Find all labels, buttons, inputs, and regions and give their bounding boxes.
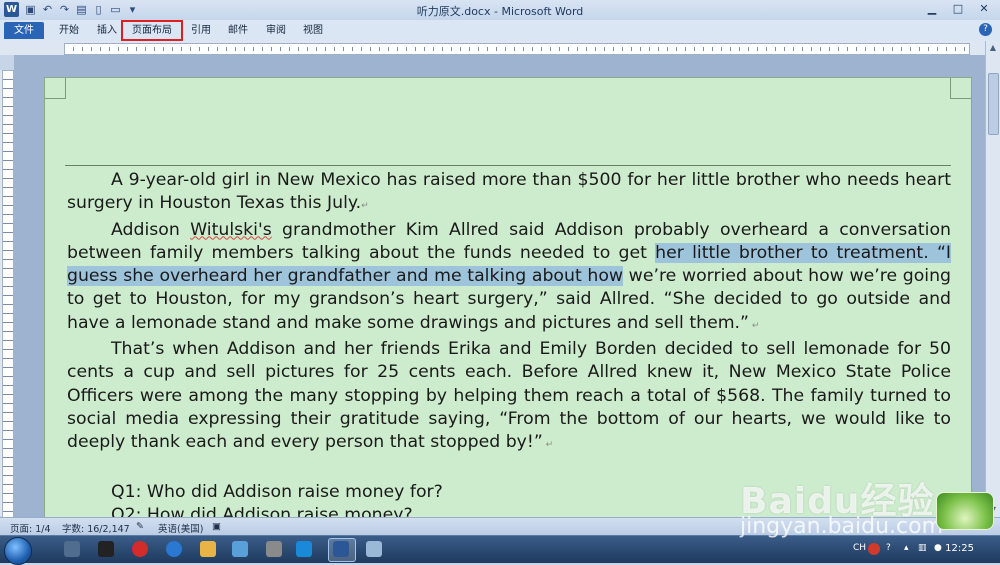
paragraph-mark-icon: ↵: [748, 320, 760, 331]
document-page[interactable]: A 9-year-old girl in New Mexico has rais…: [44, 77, 972, 517]
tool-icon[interactable]: [266, 541, 282, 557]
paragraph-2[interactable]: Addison Witulski's grandmother Kim Allre…: [67, 219, 951, 338]
scroll-down-icon[interactable]: ▼: [988, 505, 998, 515]
sogou-ime-icon[interactable]: [868, 543, 880, 555]
paragraph-mark-icon: ↵: [361, 201, 369, 212]
tab-review[interactable]: 审阅: [261, 22, 291, 39]
paragraph-text: Addison: [111, 219, 191, 240]
clock[interactable]: 12:25: [945, 543, 974, 554]
page-count[interactable]: 页面: 1/4: [10, 521, 51, 535]
tray-expand-icon[interactable]: ▴: [904, 543, 909, 553]
paragraph-text: That’s when Addison and her friends Erik…: [67, 339, 951, 453]
tab-mailings[interactable]: 邮件: [223, 22, 253, 39]
folder-icon[interactable]: [200, 541, 216, 557]
windows-taskbar: CH ? ▴ ▥ ● 12:25: [0, 535, 1000, 565]
title-bar: W ▣ ↶ ↷ ▤ ▯ ▭ ▾ 听力原文.docx - Microsoft Wo…: [0, 0, 1000, 21]
window-controls: ▁ □ ✕: [920, 1, 996, 17]
tray-help-icon[interactable]: ?: [886, 543, 891, 553]
page-corner-mark: [950, 78, 971, 99]
document-body[interactable]: A 9-year-old girl in New Mexico has rais…: [67, 169, 951, 517]
tab-references[interactable]: 引用: [186, 22, 216, 39]
minimize-icon[interactable]: ▁: [920, 1, 944, 17]
qq-icon[interactable]: [98, 541, 114, 557]
network-icon[interactable]: ▥: [918, 543, 927, 553]
paragraph-3[interactable]: That’s when Addison and her friends Erik…: [67, 338, 951, 457]
help-icon[interactable]: ?: [979, 23, 992, 36]
question-1[interactable]: Q1: Who did Addison raise money for?: [67, 481, 951, 504]
vertical-ruler[interactable]: [0, 70, 14, 518]
proofing-icon[interactable]: ✎: [136, 521, 144, 532]
sogou-icon[interactable]: [296, 541, 312, 557]
window-title: 听力原文.docx - Microsoft Word: [416, 5, 584, 18]
scroll-up-icon[interactable]: ▲: [988, 43, 998, 53]
qq-tray-icon[interactable]: ●: [934, 543, 942, 553]
weibo-icon[interactable]: [132, 541, 148, 557]
image-viewer-icon[interactable]: [232, 541, 248, 557]
paragraph-1[interactable]: A 9-year-old girl in New Mexico has rais…: [67, 169, 951, 219]
question-2[interactable]: Q2: How did Addison raise money?: [67, 504, 951, 517]
misspelled-word[interactable]: Witulski's: [190, 220, 272, 240]
question-text: Q2: How did Addison raise money?: [111, 505, 413, 517]
question-text: Q1: Who did Addison raise money for?: [111, 481, 443, 502]
scroll-thumb[interactable]: [988, 73, 999, 135]
language-indicator[interactable]: 英语(美国): [158, 521, 203, 535]
notepad-icon[interactable]: [366, 541, 382, 557]
status-bar: 页面: 1/4 字数: 16/2,147 ✎ 英语(美国) ▣: [0, 517, 1000, 536]
horizontal-ruler[interactable]: [0, 41, 1000, 55]
document-workspace: A 9-year-old girl in New Mexico has rais…: [14, 55, 986, 517]
tab-insert[interactable]: 插入: [92, 22, 122, 39]
ime-indicator[interactable]: CH: [853, 543, 866, 553]
vertical-scrollbar[interactable]: ▲ ▼: [985, 41, 1000, 517]
empty-paragraph[interactable]: [67, 458, 951, 481]
tab-home[interactable]: 开始: [54, 22, 84, 39]
paragraph-text: A 9-year-old girl in New Mexico has rais…: [67, 170, 951, 214]
tab-page-layout[interactable]: 页面布局: [121, 20, 183, 41]
close-icon[interactable]: ✕: [972, 1, 996, 17]
browser-icon[interactable]: [166, 541, 182, 557]
tab-file[interactable]: 文件: [4, 22, 44, 39]
ribbon-tab-bar: 文件 开始 插入 页面布局 引用 邮件 审阅 视图 ?: [0, 20, 1000, 42]
tab-view[interactable]: 视图: [298, 22, 328, 39]
maximize-icon[interactable]: □: [946, 1, 970, 17]
start-button[interactable]: [4, 537, 32, 565]
word-count[interactable]: 字数: 16/2,147: [62, 521, 130, 535]
vertical-ruler-scale[interactable]: [2, 70, 14, 518]
macro-icon[interactable]: ▣: [212, 521, 221, 532]
ruler-scale[interactable]: [64, 43, 970, 55]
word-icon: [333, 541, 349, 557]
page-corner-mark: [45, 78, 66, 99]
paragraph-mark-icon: ↵: [542, 440, 554, 451]
taskbar-app-icon[interactable]: [64, 541, 80, 557]
header-divider: [65, 165, 951, 166]
